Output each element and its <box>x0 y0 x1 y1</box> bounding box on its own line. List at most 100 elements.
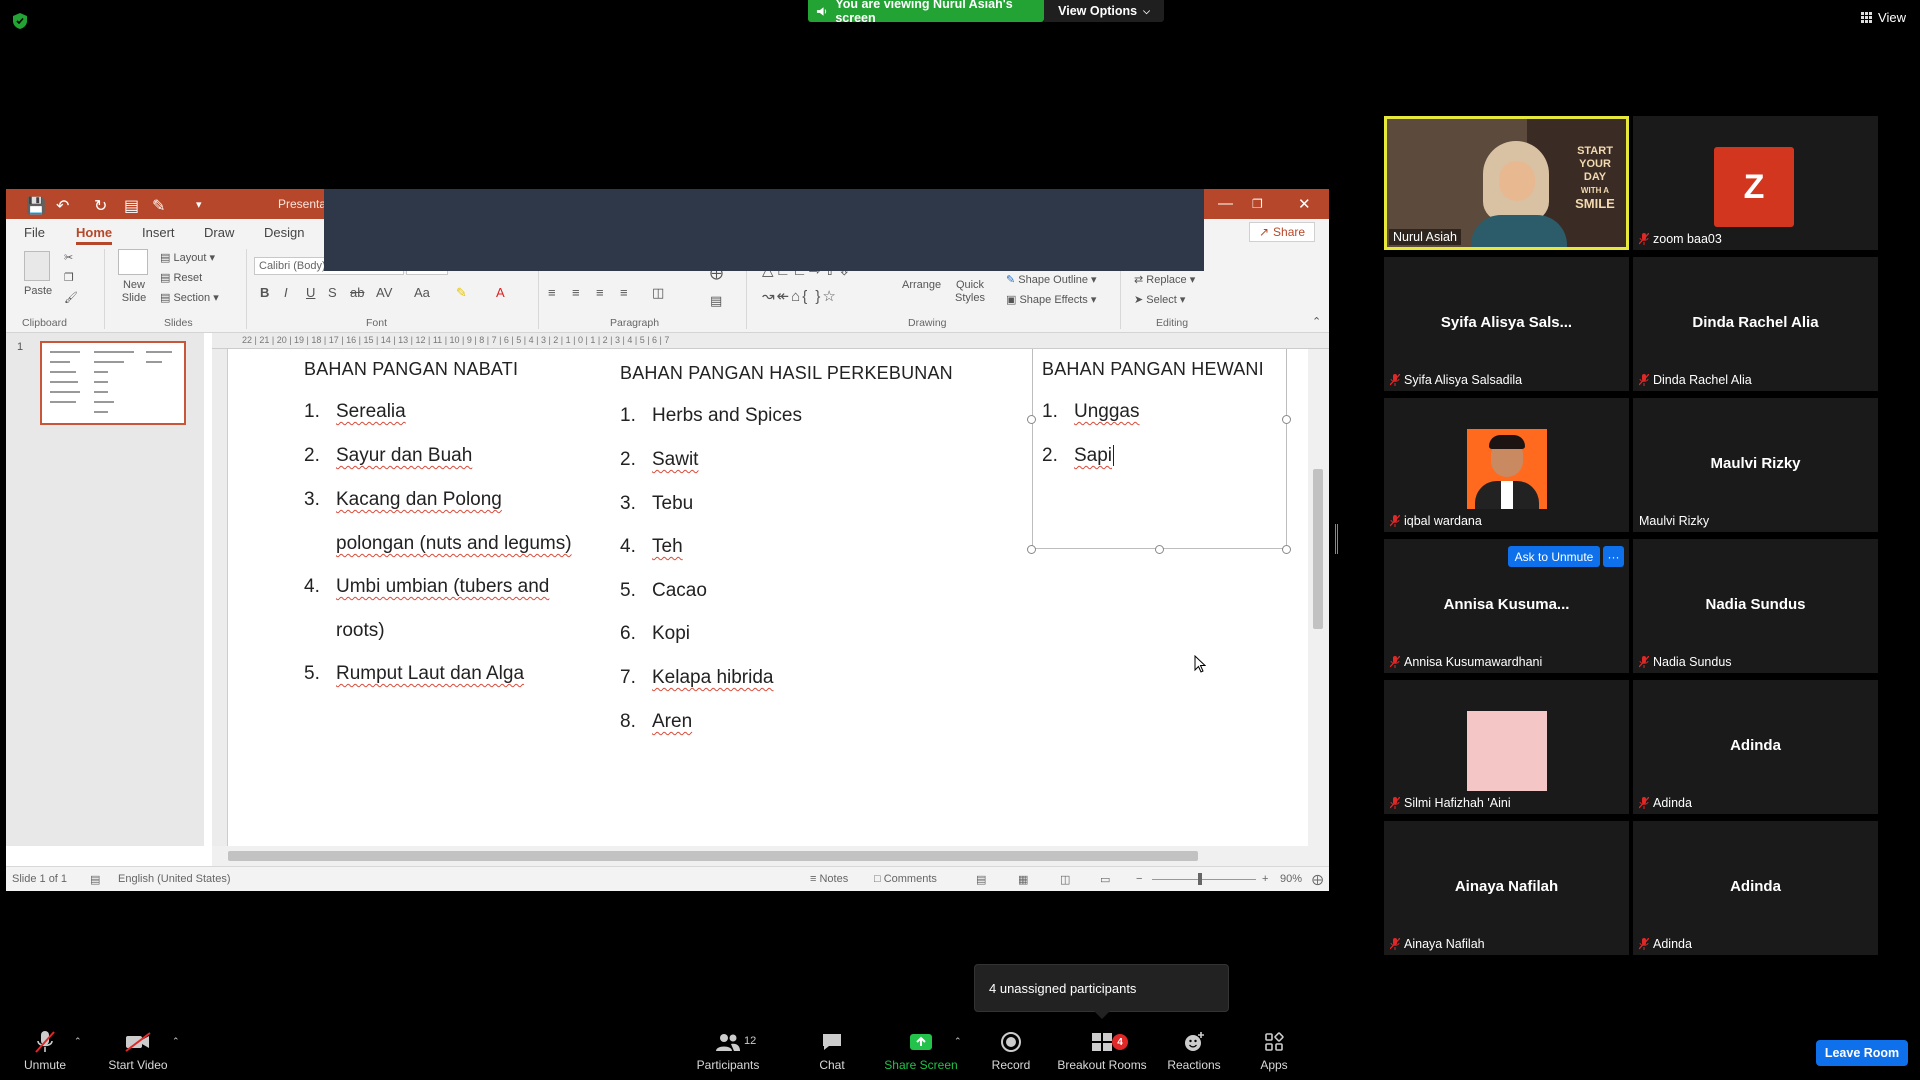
reset-button[interactable]: ▤ Reset <box>160 271 202 284</box>
smartart-icon[interactable]: ▤ <box>710 293 722 309</box>
fit-slide-icon[interactable]: ⨁ <box>1312 873 1323 886</box>
resize-handle[interactable] <box>1282 545 1291 554</box>
scrollbar-thumb[interactable] <box>1313 469 1323 629</box>
zoom-slider-thumb[interactable] <box>1198 873 1202 885</box>
participant-tile[interactable]: Nadia Sundus Nadia Sundus <box>1633 539 1878 673</box>
participant-tile[interactable]: iqbal wardana <box>1384 398 1629 532</box>
slide-canvas[interactable]: BAHAN PANGAN NABATI 1. Serealia 2. Sayur d… <box>238 349 1308 846</box>
paste-label[interactable]: Paste <box>24 285 52 297</box>
tab-home[interactable]: Home <box>76 225 113 245</box>
minimize-icon[interactable]: — <box>1218 195 1233 212</box>
arrange-label[interactable]: Arrange <box>902 279 941 291</box>
shape-outline-button[interactable]: ✎ Shape Outline ▾ <box>1006 273 1097 286</box>
justify-icon[interactable]: ≡ <box>620 285 628 300</box>
normal-view-icon[interactable]: ▤ <box>976 873 986 886</box>
participant-tile[interactable]: Adinda Adinda <box>1633 680 1878 814</box>
participant-tile[interactable]: Silmi Hafizhah 'Aini <box>1384 680 1629 814</box>
bold-icon[interactable]: B <box>260 285 269 300</box>
tab-design[interactable]: Design <box>264 225 304 240</box>
redo-icon[interactable]: ↻ <box>94 196 107 216</box>
chat-button[interactable]: Chat <box>808 1030 856 1072</box>
view-button[interactable]: View <box>1861 10 1906 25</box>
resize-handle[interactable] <box>1155 545 1164 554</box>
italic-icon[interactable]: I <box>284 285 288 300</box>
highlight-icon[interactable]: ✎ <box>456 285 467 301</box>
align-left-icon[interactable]: ≡ <box>548 285 556 300</box>
record-button[interactable]: Record <box>986 1030 1036 1072</box>
more-options-button[interactable]: ··· <box>1603 546 1624 567</box>
participant-tile[interactable]: Adinda Adinda <box>1633 821 1878 955</box>
comments-button[interactable]: □ Comments <box>874 873 937 885</box>
tab-draw[interactable]: Draw <box>204 225 234 240</box>
shapes-gallery-row2[interactable]: ↝↞⌂{ }☆ <box>762 287 838 305</box>
copy-icon[interactable]: ❐ <box>64 271 74 284</box>
slide-sorter-icon[interactable]: ▦ <box>1018 873 1028 886</box>
gallery-resize-handle[interactable] <box>1335 524 1338 554</box>
audio-options-caret[interactable]: ⌃ <box>74 1036 82 1047</box>
zoom-slider[interactable] <box>1152 879 1256 880</box>
start-video-button[interactable]: Start Video <box>106 1030 170 1072</box>
share-button[interactable]: ↗ Share <box>1249 222 1315 242</box>
shadow-icon[interactable]: S <box>328 285 337 300</box>
layout-button[interactable]: ▤ Layout ▾ <box>160 251 215 264</box>
new-slide-icon[interactable] <box>118 249 148 275</box>
resize-handle[interactable] <box>1027 415 1036 424</box>
touch-mode-icon[interactable]: ✎ <box>152 196 165 216</box>
close-icon[interactable]: ✕ <box>1298 195 1311 213</box>
align-right-icon[interactable]: ≡ <box>596 285 604 300</box>
security-shield-icon[interactable] <box>12 12 28 30</box>
share-screen-button[interactable]: Share Screen <box>882 1030 960 1072</box>
shared-screen[interactable]: 💾 ↶ ↻ ▤ ✎ ▾ Presenta — ❐ ✕ File Home Ins… <box>6 189 1329 891</box>
selected-textbox[interactable] <box>1032 349 1287 549</box>
zoom-in-icon[interactable]: + <box>1262 873 1268 885</box>
unmute-button[interactable]: Unmute <box>20 1030 70 1072</box>
select-button[interactable]: ➤ Select ▾ <box>1134 293 1185 306</box>
scrollbar-thumb[interactable] <box>228 851 1198 861</box>
reactions-button[interactable]: Reactions <box>1164 1030 1224 1072</box>
horizontal-scrollbar[interactable] <box>212 846 1329 866</box>
ask-to-unmute-button[interactable]: Ask to Unmute <box>1508 546 1600 567</box>
paste-icon[interactable] <box>24 251 50 281</box>
vertical-scrollbar[interactable] <box>1308 349 1329 846</box>
format-painter-icon[interactable]: 🖌 <box>64 291 78 304</box>
participant-tile[interactable]: Ainaya Nafilah Ainaya Nafilah <box>1384 821 1629 955</box>
new-slide-label[interactable]: New Slide <box>114 279 154 305</box>
reading-view-icon[interactable]: ◫ <box>1060 873 1070 886</box>
save-icon[interactable]: 💾 <box>26 196 46 216</box>
columns-icon[interactable]: ◫ <box>652 285 664 301</box>
tab-insert[interactable]: Insert <box>142 225 175 240</box>
font-color-icon[interactable]: A <box>496 285 505 300</box>
present-icon[interactable]: ▤ <box>124 196 139 216</box>
resize-handle[interactable] <box>1282 415 1291 424</box>
apps-button[interactable]: Apps <box>1254 1030 1294 1072</box>
section-button[interactable]: ▤ Section ▾ <box>160 291 219 304</box>
change-case-icon[interactable]: Aa <box>414 285 430 300</box>
slide-thumbnail[interactable] <box>40 341 186 425</box>
language-label[interactable]: English (United States) <box>118 873 231 885</box>
share-options-caret[interactable]: ⌃ <box>954 1036 962 1047</box>
participant-tile-active-speaker[interactable]: START YOUR DAY WITH A SMILE Nurul Asiah <box>1384 116 1629 250</box>
shape-effects-button[interactable]: ▣ Shape Effects ▾ <box>1006 293 1096 306</box>
collapse-ribbon-icon[interactable]: ⌃ <box>1312 315 1321 328</box>
video-options-caret[interactable]: ⌃ <box>172 1036 180 1047</box>
cut-icon[interactable]: ✂ <box>64 251 73 264</box>
strikethrough-icon[interactable]: ab <box>350 285 364 300</box>
resize-handle[interactable] <box>1027 545 1036 554</box>
zoom-level[interactable]: 90% <box>1280 873 1302 885</box>
participant-tile[interactable]: Maulvi Rizky Maulvi Rizky <box>1633 398 1878 532</box>
align-center-icon[interactable]: ≡ <box>572 285 580 300</box>
participant-tile[interactable]: Dinda Rachel Alia Dinda Rachel Alia <box>1633 257 1878 391</box>
undo-icon[interactable]: ↶ <box>56 196 69 216</box>
leave-room-button[interactable]: Leave Room <box>1816 1040 1908 1066</box>
zoom-out-icon[interactable]: − <box>1136 873 1142 885</box>
character-spacing-icon[interactable]: AV <box>376 285 392 300</box>
participant-tile[interactable]: Syifa Alisya Sals... Syifa Alisya Salsad… <box>1384 257 1629 391</box>
underline-icon[interactable]: U <box>306 285 315 300</box>
breakout-rooms-button[interactable]: Breakout Rooms <box>1056 1030 1148 1072</box>
tab-file[interactable]: File <box>24 225 45 240</box>
customize-toolbar-icon[interactable]: ▾ <box>196 198 202 211</box>
view-options-button[interactable]: View Options ⌵ <box>1044 0 1164 22</box>
notes-button[interactable]: ≡ Notes <box>810 873 848 885</box>
quick-styles-label[interactable]: Quick Styles <box>950 279 990 305</box>
replace-button[interactable]: ⇄ Replace ▾ <box>1134 273 1195 286</box>
